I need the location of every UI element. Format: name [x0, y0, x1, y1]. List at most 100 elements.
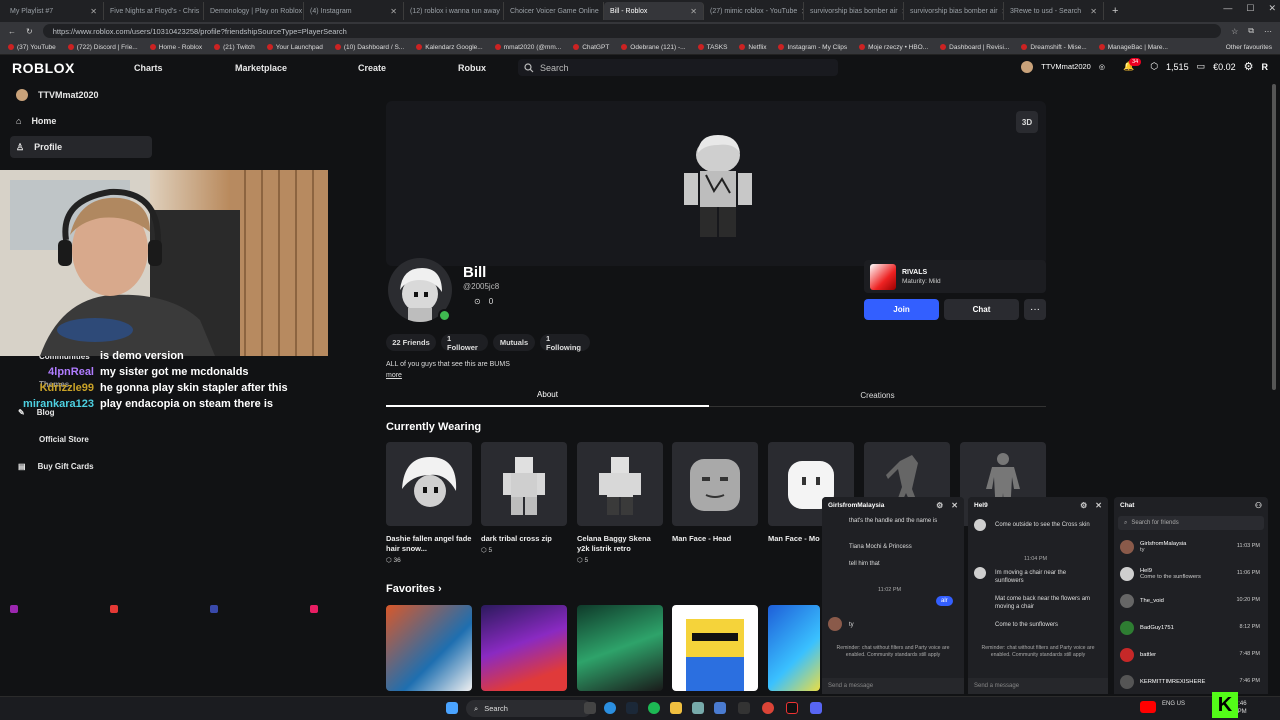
browser-tab[interactable]: Five Nights at Floyd's - Chris✕ [104, 2, 204, 613]
wearing-item[interactable]: dark tribal cross zip ⬡ 5 [481, 442, 567, 554]
chat-message-input[interactable]: Send a message [968, 678, 1108, 694]
bookmark-item[interactable]: (37) YouTube [8, 44, 56, 51]
sidebar-item-profile[interactable]: ♙ Profile [10, 136, 152, 158]
browser-tab[interactable]: survivorship bias bomber air✕ [804, 2, 904, 613]
toggle-3d-button[interactable]: 3D [1016, 111, 1038, 133]
edge-icon[interactable] [604, 702, 616, 714]
language-indicator[interactable]: ENG US [1162, 701, 1185, 708]
close-tab-icon[interactable]: ✕ [390, 7, 397, 16]
chat-button[interactable]: Chat [944, 299, 1019, 320]
join-button[interactable]: Join [864, 299, 939, 320]
browser-tab[interactable]: (12) roblox i wanna run away✕ [404, 2, 504, 613]
favorites-title[interactable]: Favorites › [386, 583, 442, 595]
extensions-icon[interactable]: ⧉ [1248, 26, 1254, 36]
bookmark-item[interactable]: ChatGPT [573, 44, 609, 51]
currency-balance[interactable]: €0.02 [1213, 62, 1236, 72]
friend-list-item[interactable]: BadGuy1751 8:12 PM [1114, 614, 1268, 641]
header-avatar[interactable] [1021, 60, 1034, 73]
bookmark-item[interactable]: (21) Twitch [214, 44, 255, 51]
new-tab-button[interactable]: + [1112, 5, 1118, 17]
close-tab-icon[interactable]: ✕ [90, 7, 97, 16]
add-friend-icon[interactable]: ⚇ [1255, 501, 1262, 510]
task-view-icon[interactable] [584, 702, 596, 714]
sidebar-item-gift-cards[interactable]: ▤ Buy Gift Cards [18, 462, 94, 471]
browser-tab[interactable]: Demonology | Play on Roblox✕ [204, 2, 304, 613]
tab-creations[interactable]: Creations [716, 383, 1039, 407]
close-icon[interactable]: ✕ [1095, 501, 1102, 510]
friend-list-item[interactable]: battler 7:48 PM [1114, 641, 1268, 668]
menu-icon[interactable]: ⋯ [1264, 27, 1272, 36]
bio-more-link[interactable]: more [386, 372, 402, 379]
file-explorer-icon[interactable] [670, 702, 682, 714]
followers-count-button[interactable]: 1 Follower [441, 334, 488, 352]
close-tab-icon[interactable]: ✕ [690, 7, 697, 16]
steam-icon[interactable] [626, 702, 638, 714]
robux-icon[interactable]: ⬡ [1150, 61, 1158, 72]
bookmark-item[interactable]: Instagram - My Clips [778, 44, 847, 51]
sidebar-user[interactable]: TTVMmat2020 [10, 84, 152, 106]
bookmark-item[interactable]: mmat2020 (@mm... [494, 44, 561, 51]
close-icon[interactable]: ✕ [1268, 3, 1276, 14]
bookmark-item[interactable]: (10) Dashboard / S... [334, 44, 404, 51]
sidebar-item-official-store[interactable]: Official Store [18, 435, 89, 444]
browser-tab[interactable]: (4) Instagram ✕ [304, 2, 404, 613]
minimize-icon[interactable]: — [1223, 3, 1232, 14]
browser-tab[interactable]: Bill - Roblox ✕ [604, 2, 704, 613]
roblox-r-icon[interactable]: R [1262, 62, 1269, 72]
bookmark-item[interactable]: Your Launchpad [266, 44, 323, 51]
bookmark-item[interactable]: (722) Discord | Frie... [67, 44, 138, 51]
maximize-icon[interactable]: ☐ [1246, 3, 1254, 14]
favorite-game-tile[interactable] [577, 605, 663, 691]
favorite-game-tile[interactable] [768, 605, 820, 691]
nav-create[interactable]: Create [358, 63, 386, 73]
search-input[interactable]: Search [518, 59, 838, 76]
other-favourites[interactable]: Other favourites [1226, 44, 1272, 51]
settings-gear-icon[interactable]: ⚙ [1080, 501, 1087, 510]
bookmark-item[interactable]: Dreamshift - Mise... [1021, 44, 1087, 51]
youtube-tray-icon[interactable] [1140, 701, 1156, 713]
browser-tab[interactable]: Choicer Voicer Game Online✕ [504, 2, 604, 613]
bookmark-item[interactable]: Home - Roblox [149, 44, 202, 51]
browser-tab[interactable]: 3Rewe to usd - Search ✕ [1004, 2, 1104, 613]
taskbar-search[interactable]: ⌕ Search [466, 700, 592, 717]
friend-list-item[interactable]: Hel9 Come to the sunflowers 11:06 PM [1114, 560, 1268, 587]
bookmark-item[interactable]: Kalendarz Google... [416, 44, 483, 51]
friend-list-item[interactable]: The_void 10:20 PM [1114, 587, 1268, 614]
current-game-card[interactable]: RIVALS Maturity: Mild [864, 260, 1046, 293]
sidebar-item-home[interactable]: ⌂ Home [10, 110, 152, 132]
tab-about[interactable]: About [386, 383, 709, 407]
bookmark-item[interactable]: TASKS [697, 44, 727, 51]
nav-robux[interactable]: Robux [458, 63, 486, 73]
favorite-game-tile[interactable] [481, 605, 567, 691]
friend-search-input[interactable]: ⌕ Search for friends [1118, 516, 1264, 530]
app-icon[interactable] [738, 702, 750, 714]
chrome-icon[interactable] [762, 702, 774, 714]
header-username[interactable]: TTVMmat2020 [1041, 62, 1091, 71]
browser-tab[interactable]: My Playlist #7 ✕ [4, 2, 104, 613]
browser-tab[interactable]: (27) mimic roblox - YouTube✕ [704, 2, 804, 613]
friend-list-item[interactable]: KERMITTIMREXISHERE 7:46 PM [1114, 668, 1268, 694]
chat-message-input[interactable]: Send a message [822, 678, 964, 694]
tiktok-icon[interactable] [786, 702, 798, 714]
favorite-game-tile[interactable] [672, 605, 758, 691]
page-scrollbar[interactable] [1272, 84, 1276, 390]
wearing-item[interactable]: Dashie fallen angel fade hair snow... ⬡ … [386, 442, 472, 564]
star-icon[interactable]: ☆ [1231, 27, 1238, 36]
mutuals-button[interactable]: Mutuals [493, 334, 535, 351]
browser-tab[interactable]: survivorship bias bomber air✕ [904, 2, 1004, 613]
bookmark-item[interactable]: Odebrane (121) -... [621, 44, 686, 51]
wallet-icon[interactable]: ▭ [1197, 61, 1206, 72]
windows-start-icon[interactable] [446, 702, 458, 714]
app-icon[interactable] [692, 702, 704, 714]
bookmark-item[interactable]: Netflix [739, 44, 766, 51]
url-field[interactable]: https://www.roblox.com/users/10310423258… [42, 24, 1222, 38]
close-icon[interactable]: ✕ [951, 501, 958, 510]
settings-gear-icon[interactable]: ⚙ [1244, 60, 1254, 73]
favorite-game-tile[interactable] [386, 605, 472, 691]
spotify-icon[interactable] [648, 702, 660, 714]
bookmark-item[interactable]: Dashboard | Revisi... [940, 44, 1009, 51]
close-tab-icon[interactable]: ✕ [1090, 7, 1097, 16]
friends-count-button[interactable]: 22 Friends [386, 334, 436, 351]
bookmark-item[interactable]: Moje rzeczy • HBO... [859, 44, 928, 51]
nav-marketplace[interactable]: Marketplace [235, 63, 287, 73]
